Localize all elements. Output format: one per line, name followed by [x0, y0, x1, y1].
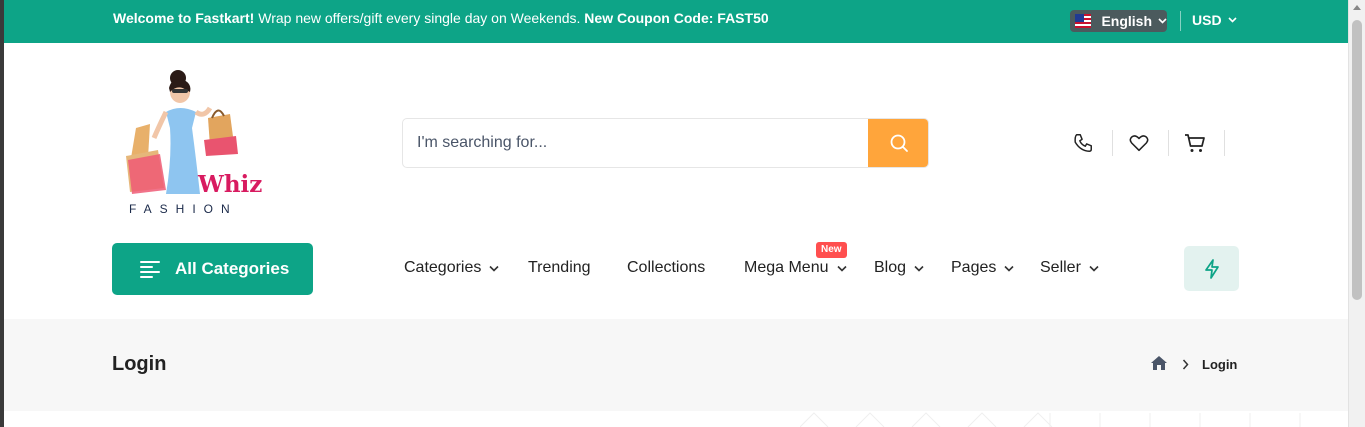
nav-blog[interactable]: Blog [874, 259, 924, 277]
logo-brand: Whiz [198, 171, 263, 198]
nav-label: Pages [951, 259, 997, 276]
page-title: Login [112, 353, 167, 375]
scrollbar-thumb[interactable] [1352, 20, 1362, 300]
breadcrumb: Login [1150, 355, 1237, 374]
search-button[interactable] [868, 119, 928, 167]
nav-collections[interactable]: Collections [627, 259, 705, 277]
search-icon [890, 134, 908, 152]
deals-button[interactable] [1184, 246, 1239, 291]
search-bar [402, 118, 929, 168]
nav-pages[interactable]: Pages [951, 259, 1014, 277]
nav-trending[interactable]: Trending [528, 259, 591, 277]
cart-icon[interactable] [1183, 131, 1207, 155]
divider [1112, 130, 1113, 156]
scroll-up-arrow-icon[interactable] [1353, 5, 1361, 10]
chevron-down-icon [1158, 16, 1167, 27]
nav-label: Trending [528, 259, 591, 276]
nav-categories[interactable]: Categories [404, 259, 499, 277]
nav-label: Blog [874, 259, 907, 276]
coupon-code: New Coupon Code: FAST50 [584, 10, 769, 26]
chevron-down-icon [1227, 15, 1237, 26]
nav-label: Mega Menu [744, 259, 829, 276]
breadcrumb-current: Login [1202, 357, 1238, 372]
nav-label: Collections [627, 259, 706, 276]
chevron-down-icon [914, 259, 924, 277]
new-badge: New [816, 242, 847, 258]
nav-label: Categories [404, 259, 482, 276]
home-icon[interactable] [1150, 355, 1168, 374]
chevron-down-icon [1089, 259, 1099, 277]
logo-subtitle: FASHION [129, 202, 238, 216]
divider [1224, 130, 1225, 156]
top-notice-bar: Welcome to Fastkart! Wrap new offers/gif… [4, 0, 1348, 43]
all-categories-button[interactable]: All Categories [112, 243, 313, 295]
all-categories-label: All Categories [175, 259, 290, 278]
chevron-down-icon [489, 259, 499, 277]
phone-icon[interactable] [1071, 131, 1095, 155]
us-flag-icon [1075, 14, 1092, 28]
chevron-down-icon [1004, 259, 1014, 277]
language-label: English [1101, 13, 1152, 29]
currency-selector[interactable]: USD [1192, 12, 1237, 28]
currency-label: USD [1192, 12, 1222, 28]
nav-seller[interactable]: Seller [1040, 259, 1099, 277]
divider [1168, 130, 1169, 156]
vertical-scrollbar[interactable] [1348, 0, 1365, 427]
lightning-icon [1204, 258, 1219, 279]
nav-mega-menu[interactable]: Mega Menu [744, 259, 847, 277]
breadcrumb-section [4, 319, 1348, 411]
chevron-right-icon [1182, 357, 1189, 373]
welcome-text: Wrap new offers/gift every single day on… [254, 10, 585, 26]
site-logo[interactable]: Whiz FASHION [112, 68, 262, 218]
menu-lines-icon [140, 261, 160, 278]
welcome-title: Welcome to Fastkart! [113, 10, 255, 26]
heart-icon[interactable] [1127, 131, 1151, 155]
language-selector[interactable]: English [1070, 10, 1167, 32]
nav-label: Seller [1040, 259, 1081, 276]
welcome-message: Welcome to Fastkart! Wrap new offers/gif… [113, 10, 769, 26]
chevron-down-icon [836, 259, 847, 277]
divider [1180, 11, 1181, 31]
search-input[interactable] [403, 119, 868, 167]
background-pattern [800, 412, 1301, 427]
